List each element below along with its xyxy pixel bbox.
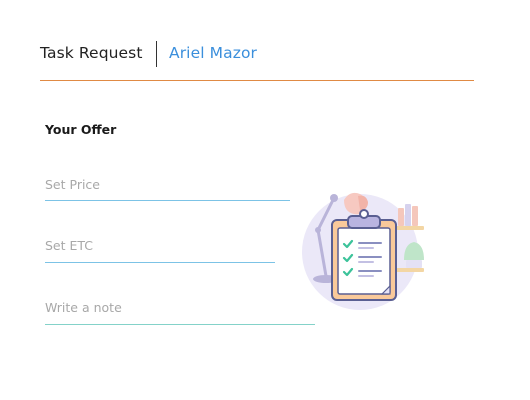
note-input-underline <box>45 324 315 325</box>
price-input-underline <box>45 200 290 201</box>
price-input[interactable] <box>45 173 285 195</box>
clipboard-checklist-illustration <box>296 186 436 310</box>
task-request-header: Task Request Ariel Mazor <box>40 40 474 81</box>
etc-input-underline <box>45 262 275 263</box>
note-input[interactable] <box>45 296 310 318</box>
page-title: Task Request <box>40 44 143 62</box>
header-divider <box>156 41 157 67</box>
offer-section-title: Your Offer <box>45 122 117 137</box>
etc-input[interactable] <box>45 234 270 256</box>
assignee-link[interactable]: Ariel Mazor <box>169 44 257 62</box>
